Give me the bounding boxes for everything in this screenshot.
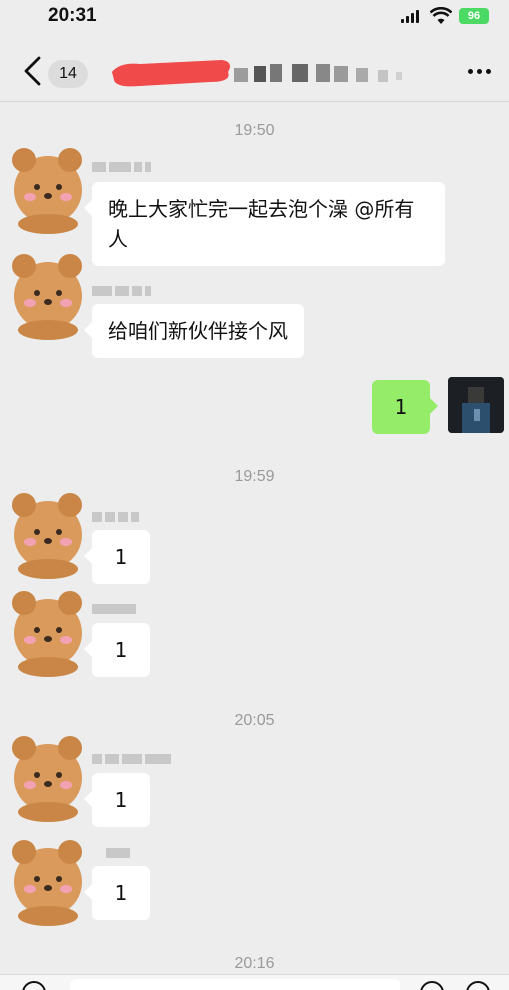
my-avatar[interactable]: [448, 377, 504, 433]
bear-avatar-icon[interactable]: [4, 834, 88, 926]
avatar-photo-icon: [448, 377, 504, 433]
time-separator: 20:05: [234, 712, 275, 729]
chat-title-redacted: [112, 60, 402, 87]
sender-name-redacted: [92, 752, 171, 766]
input-bar: [0, 974, 509, 990]
time-separator: 19:50: [234, 122, 275, 139]
voice-icon[interactable]: [22, 981, 46, 990]
message-bubble[interactable]: 1: [84, 530, 150, 584]
bear-avatar-icon[interactable]: [4, 730, 88, 822]
bear-avatar-icon[interactable]: [4, 142, 88, 234]
time-separator: 19:59: [234, 468, 275, 485]
my-message-bubble[interactable]: 1: [372, 380, 438, 434]
message-bubble[interactable]: 给咱们新伙伴接个风: [84, 304, 304, 358]
sender-name-redacted: [106, 846, 130, 860]
time-separator: 20:16: [234, 955, 275, 972]
message-input[interactable]: [70, 979, 400, 990]
message-bubble[interactable]: 1: [84, 623, 150, 677]
sender-name-redacted: [92, 160, 151, 174]
sender-name-redacted: [92, 602, 136, 616]
unread-count-badge: 14: [48, 60, 88, 88]
bear-avatar-icon[interactable]: [4, 585, 88, 677]
back-button[interactable]: 14: [22, 52, 88, 92]
status-bar: 20:31 96: [0, 0, 509, 34]
wifi-icon: [430, 7, 452, 24]
more-dots-icon[interactable]: [465, 64, 493, 78]
bear-avatar-icon[interactable]: [4, 248, 88, 340]
plus-icon[interactable]: [466, 981, 490, 990]
sender-name-redacted: [92, 284, 151, 298]
header-divider: [0, 101, 509, 102]
battery-icon: 96: [459, 8, 489, 24]
message-bubble[interactable]: 1: [84, 773, 150, 827]
emoji-icon[interactable]: [420, 981, 444, 990]
message-bubble[interactable]: 1: [84, 866, 150, 920]
sender-name-redacted: [92, 510, 139, 524]
bear-avatar-icon[interactable]: [4, 487, 88, 579]
status-time: 20:31: [48, 5, 97, 26]
chat-header: 14: [0, 34, 509, 102]
chevron-left-icon: [24, 56, 41, 86]
signal-icon: [401, 9, 419, 23]
message-bubble[interactable]: 晚上大家忙完一起去泡个澡 @所有人: [84, 182, 445, 266]
